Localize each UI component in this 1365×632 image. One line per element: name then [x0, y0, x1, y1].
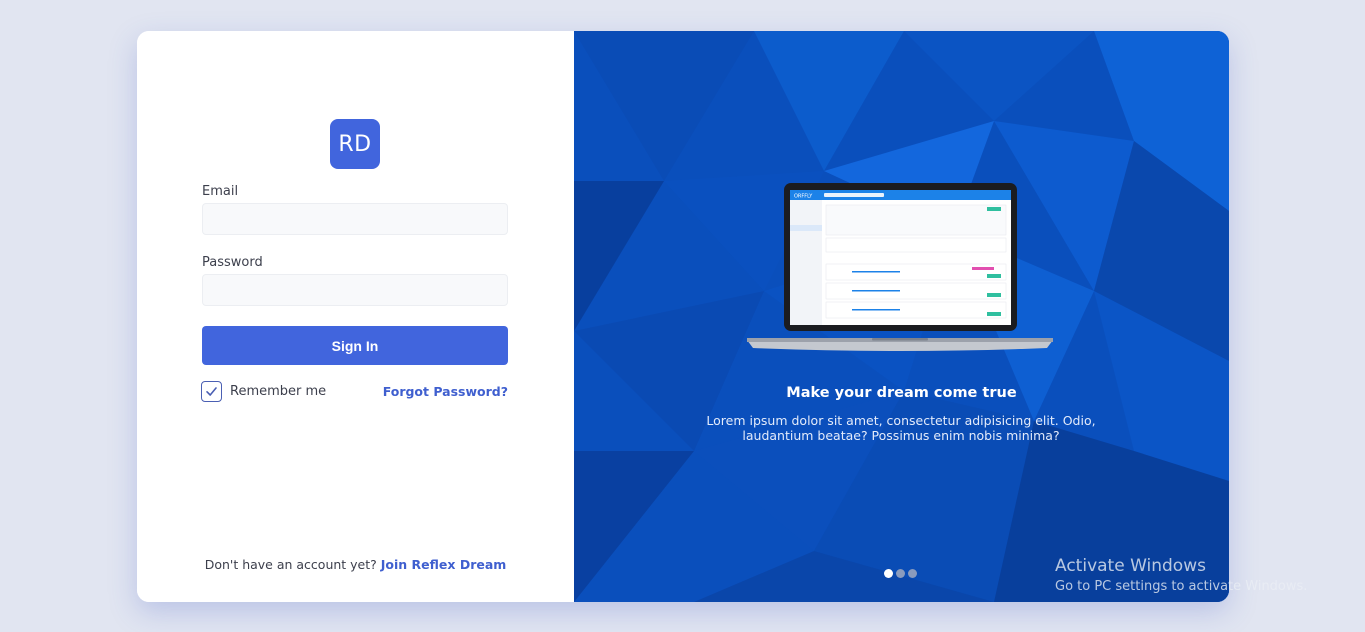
login-card: RD Email Password Sign In Remember me Fo…: [137, 31, 1229, 602]
carousel-dot-2[interactable]: [896, 569, 905, 578]
email-field[interactable]: [202, 203, 508, 235]
forgot-password-link[interactable]: Forgot Password?: [383, 384, 508, 399]
laptop-illustration: ORFFLY: [747, 183, 1053, 351]
password-label: Password: [202, 255, 263, 270]
carousel-dot-3[interactable]: [908, 569, 917, 578]
promo-description: Lorem ipsum dolor sit amet, consectetur …: [706, 413, 1096, 443]
carousel-dot-1[interactable]: [884, 569, 893, 578]
password-field[interactable]: [202, 274, 508, 306]
signup-prompt: Don't have an account yet? Join Reflex D…: [137, 557, 574, 572]
promo-headline: Make your dream come true: [786, 385, 1017, 401]
screen-brand: ORFFLY: [794, 194, 813, 200]
remember-label: Remember me: [230, 384, 327, 399]
signup-prompt-text: Don't have an account yet?: [204, 557, 377, 572]
login-panel: RD Email Password Sign In Remember me Fo…: [137, 31, 574, 602]
remember-checkbox[interactable]: [201, 381, 222, 402]
email-label: Email: [202, 184, 239, 199]
join-link[interactable]: Join Reflex Dream: [381, 557, 507, 572]
carousel-dots: [884, 569, 917, 578]
sign-in-button[interactable]: Sign In: [202, 326, 508, 365]
check-icon: [206, 387, 217, 396]
brand-logo: RD: [330, 119, 380, 169]
promo-panel: ORFFLY Make your dream come true Lorem i…: [574, 31, 1229, 602]
